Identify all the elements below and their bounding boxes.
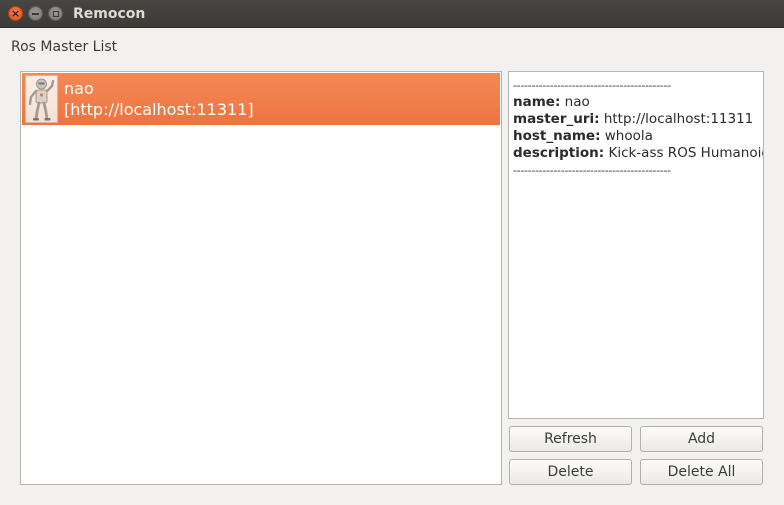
delete-all-button[interactable]: Delete All bbox=[640, 459, 763, 485]
title-bar: × Remocon bbox=[0, 0, 784, 28]
robot-icon bbox=[25, 75, 58, 123]
list-item-text: nao [http://localhost:11311] bbox=[64, 78, 254, 120]
info-row-master-uri: master_uri: http://localhost:11311 bbox=[513, 111, 763, 128]
info-value: nao bbox=[560, 94, 590, 110]
add-button[interactable]: Add bbox=[640, 426, 763, 452]
info-row-name: name: nao bbox=[513, 94, 763, 111]
maximize-icon[interactable] bbox=[48, 6, 63, 21]
refresh-button[interactable]: Refresh bbox=[509, 426, 632, 452]
info-row-description: description: Kick-ass ROS Humanoid bbox=[513, 145, 763, 162]
info-row-host-name: host_name: whoola bbox=[513, 128, 763, 145]
info-separator-top: ----------------------------------------… bbox=[513, 79, 671, 92]
window-title: Remocon bbox=[73, 6, 146, 22]
info-value: http://localhost:11311 bbox=[599, 111, 754, 127]
master-uri: [http://localhost:11311] bbox=[64, 100, 254, 119]
info-key: master_uri: bbox=[513, 111, 600, 127]
info-key: description: bbox=[513, 145, 605, 161]
ros-master-list-label: Ros Master List bbox=[11, 39, 118, 55]
info-separator-bottom: ----------------------------------------… bbox=[513, 164, 671, 177]
info-key: host_name: bbox=[513, 128, 601, 144]
info-key: name: bbox=[513, 94, 561, 110]
list-item-master-nao[interactable]: nao [http://localhost:11311] bbox=[22, 73, 500, 125]
ros-master-list[interactable]: nao [http://localhost:11311] bbox=[20, 71, 502, 485]
master-name: nao bbox=[64, 79, 94, 98]
master-info-panel: ----------------------------------------… bbox=[508, 71, 764, 419]
minimize-icon[interactable] bbox=[28, 6, 43, 21]
info-value: whoola bbox=[600, 128, 653, 144]
delete-button[interactable]: Delete bbox=[509, 459, 632, 485]
info-value: Kick-ass ROS Humanoid bbox=[604, 145, 764, 161]
close-icon[interactable]: × bbox=[8, 6, 23, 21]
